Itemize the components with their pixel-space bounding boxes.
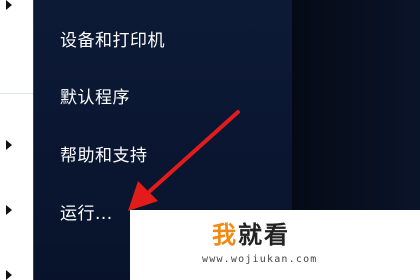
chevron-right-icon[interactable] <box>6 140 12 150</box>
menu-item-run[interactable]: 运行... <box>60 199 113 229</box>
chevron-right-icon[interactable] <box>6 270 12 280</box>
left-pane <box>0 0 33 280</box>
watermark-url: www.wojiukan.com <box>202 254 318 265</box>
watermark: 我就看 www.wojiukan.com <box>130 210 420 280</box>
menu-item-help-and-support[interactable]: 帮助和支持 <box>60 141 148 171</box>
watermark-logo: 我就看 <box>212 220 290 250</box>
divider <box>0 93 33 94</box>
chevron-right-icon[interactable] <box>6 205 12 215</box>
menu-item-devices-and-printers[interactable]: 设备和打印机 <box>60 26 165 56</box>
watermark-logo-part2: 就看 <box>238 221 290 249</box>
chevron-right-icon[interactable] <box>6 0 12 10</box>
menu-item-default-programs[interactable]: 默认程序 <box>60 83 130 113</box>
watermark-logo-part1: 我 <box>212 221 238 249</box>
